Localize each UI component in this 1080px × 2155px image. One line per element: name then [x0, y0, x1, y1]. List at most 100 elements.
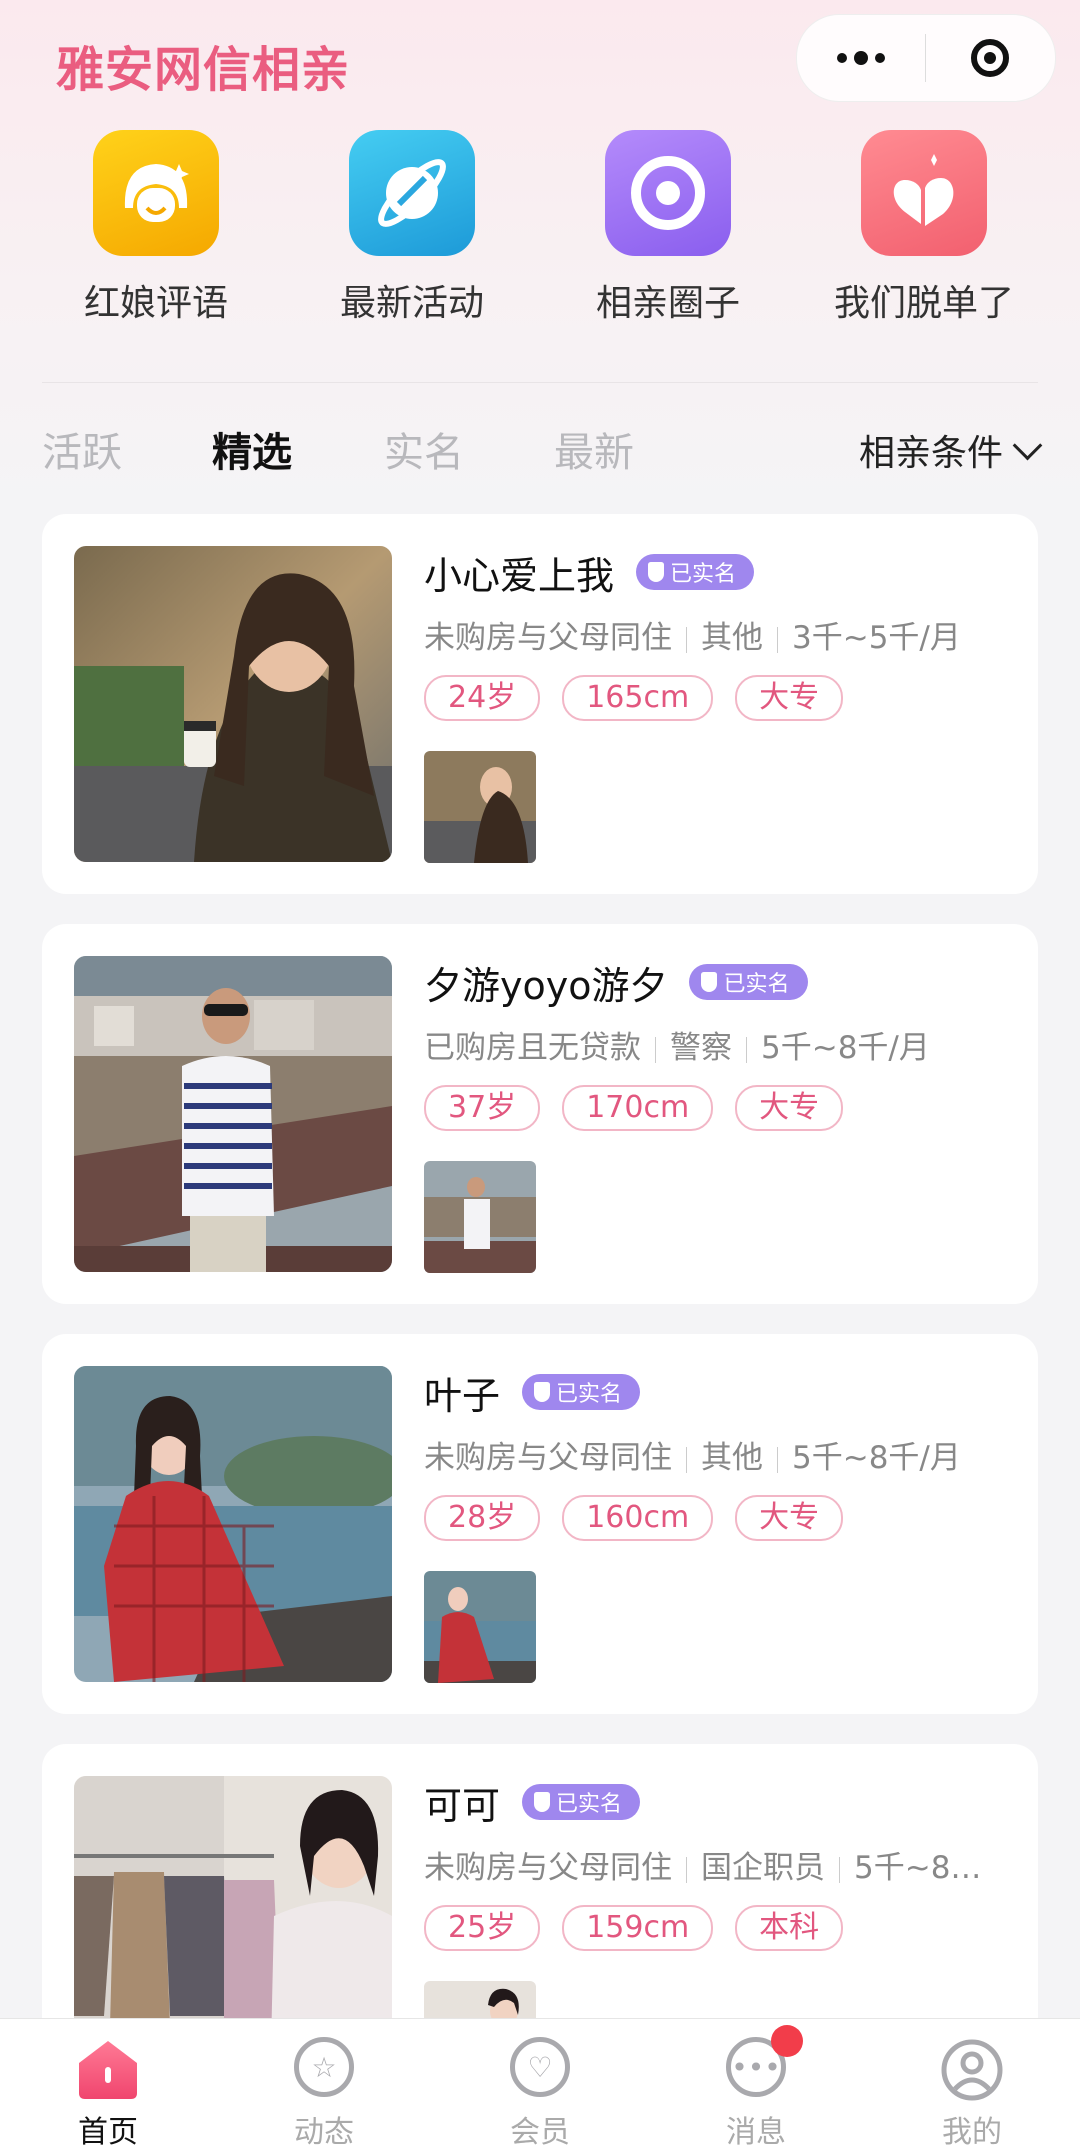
profile-thumbnail[interactable]	[424, 751, 536, 863]
housing-text: 已购房且无贷款	[424, 1030, 641, 1066]
profile-meta: 未购房与父母同住 其他 5千~8千/月	[424, 1432, 1014, 1477]
profile-tags: 28岁 160cm 大专	[424, 1495, 1024, 1541]
profile-name: 可可	[424, 1783, 501, 1828]
dating-conditions-dropdown[interactable]: 相亲条件	[858, 424, 1043, 476]
profile-meta: 已购房且无贷款 警察 5千~8千/月	[424, 1022, 1014, 1067]
meta-separator	[777, 626, 778, 653]
meta-separator	[839, 1856, 840, 1883]
housing-text: 未购房与父母同住	[424, 620, 672, 656]
tabbar-mine[interactable]: 我的	[864, 2037, 1080, 2151]
more-dot-icon	[837, 53, 847, 63]
tab-active[interactable]: 活跃	[42, 420, 122, 478]
profile-tags: 25岁 159cm 本科	[424, 1905, 1024, 1951]
verified-label: 已实名	[723, 972, 790, 997]
tabbar-label: 会员	[510, 2115, 570, 2150]
housing-text: 未购房与父母同住	[424, 1850, 672, 1886]
tab-featured[interactable]: 精选	[210, 420, 294, 478]
profile-info: 夕游yoyo游夕 已实名 已购房且无贷款 警察 5千~8千/月 37岁 170cm …	[424, 954, 1024, 1273]
age-tag: 25岁	[424, 1905, 541, 1951]
shield-icon	[534, 1382, 551, 1402]
chevron-down-icon	[1012, 430, 1043, 460]
verified-label: 已实名	[556, 1792, 623, 1817]
profile-tags: 37岁 170cm 大专	[424, 1085, 1024, 1131]
quick-link-label: 最新活动	[339, 283, 484, 324]
tabbar-home[interactable]: 首页	[0, 2037, 216, 2151]
star-icon: ☆	[291, 2037, 357, 2103]
shield-icon	[701, 972, 718, 992]
quick-link-dating-circle[interactable]: 相亲圈子	[568, 130, 768, 326]
profile-card[interactable]: 小心爱上我 已实名 未购房与父母同住 其他 3千~5千/月 24岁 165cm 大专	[42, 514, 1038, 894]
profile-info: 小心爱上我 已实名 未购房与父母同住 其他 3千~5千/月 24岁 165cm 大专	[424, 544, 1024, 863]
quick-link-success-stories[interactable]: 我们脱单了	[824, 130, 1024, 326]
education-tag: 大专	[735, 675, 844, 721]
age-tag: 37岁	[424, 1085, 541, 1131]
housing-text: 未购房与父母同住	[424, 1440, 672, 1476]
verified-label: 已实名	[556, 1382, 623, 1407]
profile-photo[interactable]	[74, 956, 392, 1272]
verified-badge: 已实名	[636, 554, 755, 590]
profile-thumbnail[interactable]	[424, 1161, 536, 1273]
height-tag: 165cm	[562, 675, 714, 721]
quick-link-latest-activities[interactable]: 最新活动	[312, 130, 512, 326]
member-heart-icon: ♡	[507, 2037, 573, 2103]
shield-icon	[648, 562, 665, 582]
quick-link-label: 红娘评语	[83, 283, 228, 324]
profile-name: 小心爱上我	[424, 553, 615, 598]
meta-separator	[686, 626, 687, 653]
miniprogram-capsule	[796, 14, 1056, 102]
filter-tabs: 活跃 精选 实名 最新 相亲条件	[42, 420, 1043, 490]
profile-photo[interactable]	[74, 1366, 392, 1682]
home-icon	[75, 2037, 141, 2103]
profile-meta: 未购房与父母同住 国企职员 5千~8…	[424, 1842, 1014, 1887]
profile-tags: 24岁 165cm 大专	[424, 675, 1024, 721]
job-text: 其他	[701, 1440, 763, 1476]
quick-link-label: 相亲圈子	[595, 283, 740, 324]
more-menu-button[interactable]	[797, 15, 925, 101]
education-tag: 本科	[735, 1905, 844, 1951]
income-text: 5千~8…	[854, 1850, 982, 1886]
meta-separator	[777, 1446, 778, 1473]
tabbar-label: 动态	[294, 2115, 354, 2150]
target-icon	[971, 39, 1009, 77]
profile-thumbnail[interactable]	[424, 1571, 536, 1683]
meta-separator	[655, 1036, 656, 1063]
tab-newest[interactable]: 最新	[554, 420, 634, 478]
income-text: 3千~5千/月	[792, 620, 961, 656]
tabbar-moments[interactable]: ☆ 动态	[216, 2037, 432, 2151]
planet-icon	[349, 130, 475, 256]
message-icon: •••	[723, 2025, 803, 2103]
height-tag: 160cm	[562, 1495, 714, 1541]
meta-separator	[686, 1856, 687, 1883]
education-tag: 大专	[735, 1085, 844, 1131]
tabbar-membership[interactable]: ♡ 会员	[432, 2037, 648, 2151]
app-title: 雅安网信相亲	[56, 42, 351, 98]
hearts-icon	[861, 130, 987, 256]
bottom-tab-bar: 首页 ☆ 动态 ♡ 会员 ••• 消息 我的	[0, 2018, 1080, 2155]
profile-card[interactable]: 可可 已实名 未购房与父母同住 国企职员 5千~8… 25岁 159cm 本科	[42, 1744, 1038, 2093]
tabbar-label: 消息	[726, 2115, 786, 2150]
close-miniprogram-button[interactable]	[926, 15, 1054, 101]
tab-verified[interactable]: 实名	[384, 420, 464, 478]
income-text: 5千~8千/月	[761, 1030, 930, 1066]
unread-badge	[771, 2025, 803, 2057]
quick-links: 红娘评语 最新活动 相亲圈子 我们脱单了	[0, 130, 1080, 330]
section-divider	[42, 382, 1038, 383]
profile-card[interactable]: 夕游yoyo游夕 已实名 已购房且无贷款 警察 5千~8千/月 37岁 170cm …	[42, 924, 1038, 1304]
income-text: 5千~8千/月	[792, 1440, 961, 1476]
shield-icon	[534, 1792, 551, 1812]
quick-link-matchmaker-comments[interactable]: 红娘评语	[56, 130, 256, 326]
tabbar-label: 首页	[78, 2115, 138, 2150]
meta-separator	[746, 1036, 747, 1063]
matchmaker-face-icon	[93, 130, 219, 256]
job-text: 警察	[670, 1030, 732, 1066]
education-tag: 大专	[735, 1495, 844, 1541]
circle-ring-icon	[605, 130, 731, 256]
profile-name: 夕游yoyo游夕	[424, 963, 668, 1008]
verified-badge: 已实名	[522, 1784, 641, 1820]
profile-meta: 未购房与父母同住 其他 3千~5千/月	[424, 612, 1014, 657]
verified-badge: 已实名	[522, 1374, 641, 1410]
dating-conditions-label: 相亲条件	[858, 433, 1003, 474]
profile-photo[interactable]	[74, 546, 392, 862]
tabbar-messages[interactable]: ••• 消息	[648, 2025, 864, 2151]
profile-card[interactable]: 叶子 已实名 未购房与父母同住 其他 5千~8千/月 28岁 160cm 大专	[42, 1334, 1038, 1714]
